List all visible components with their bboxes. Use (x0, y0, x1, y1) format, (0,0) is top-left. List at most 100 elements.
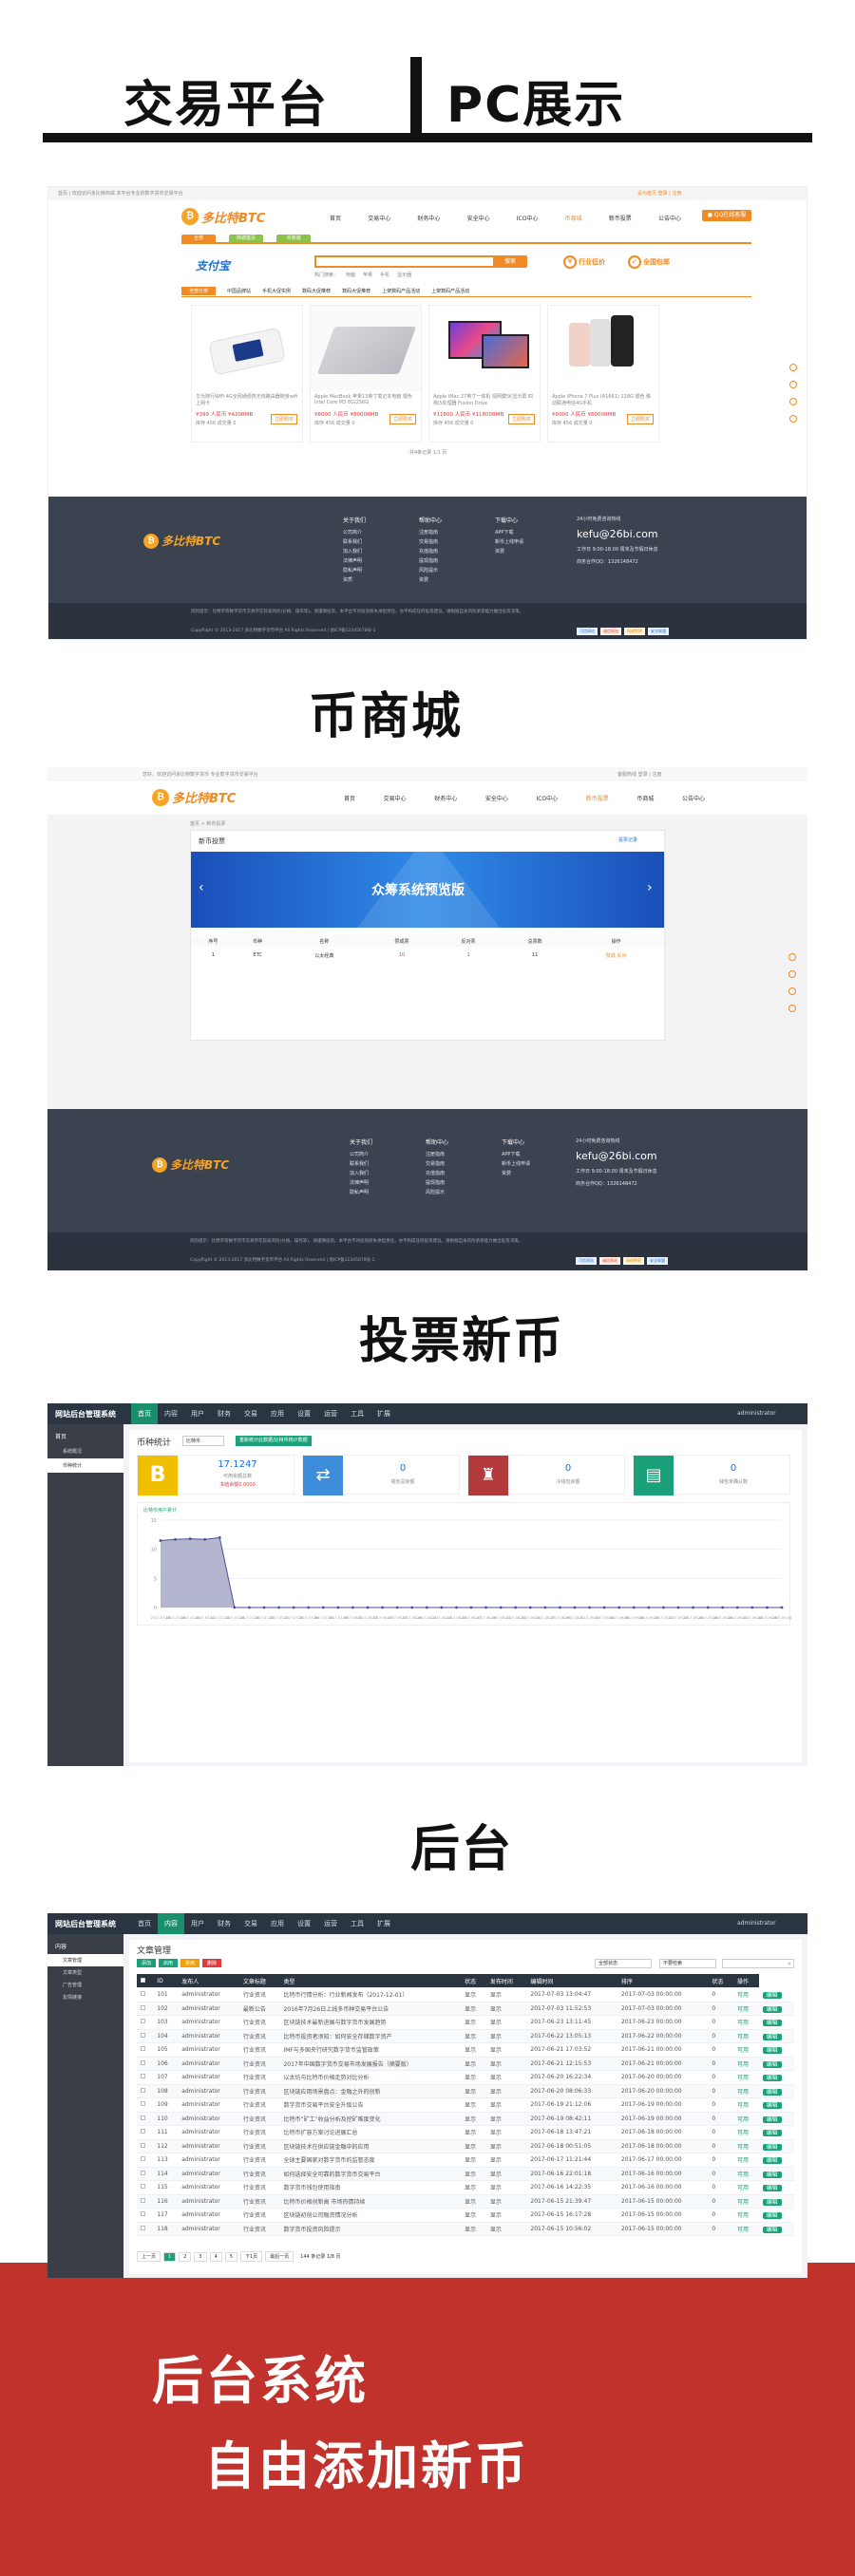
tab-content[interactable]: 内容 (158, 1913, 184, 1934)
footer-email[interactable]: kefu@26bi.com (576, 1150, 657, 1162)
sidebar-item-articles[interactable]: 文章管理 (48, 1954, 124, 1966)
search-button[interactable]: 搜索 (493, 255, 527, 268)
edit-button[interactable]: 编辑 (758, 2042, 794, 2058)
edit-button-label[interactable]: 编辑 (762, 2047, 782, 2055)
edit-button[interactable]: 编辑 (758, 2167, 794, 2181)
table-cell[interactable]: 行业资讯 (238, 2125, 280, 2140)
data-point[interactable] (676, 1606, 680, 1609)
data-point[interactable] (455, 1606, 458, 1609)
footer-link[interactable]: 充值指南 (426, 1169, 448, 1178)
data-point[interactable] (692, 1606, 694, 1609)
footer-link[interactable]: 提现指南 (419, 556, 442, 566)
edit-button[interactable]: 编辑 (758, 2057, 794, 2071)
qq-service-button[interactable]: ● QQ在线客服 (702, 210, 751, 221)
tab-finance[interactable]: 财务 (211, 1403, 238, 1424)
category-all[interactable]: 全部分类 (181, 287, 217, 295)
footer-link[interactable]: 隐私声明 (350, 1188, 372, 1197)
data-point[interactable] (528, 1606, 532, 1609)
edit-button-label[interactable]: 编辑 (762, 2060, 782, 2068)
sidebar-item-article-types[interactable]: 文章类型 (48, 1966, 124, 1979)
tab-home[interactable]: 首页 (131, 1913, 158, 1934)
data-point[interactable] (336, 1606, 340, 1609)
tab-finance[interactable]: 财务 (211, 1913, 238, 1934)
pager-button[interactable]: 4 (209, 2251, 222, 2262)
nav-item[interactable]: ICO中心 (517, 214, 539, 222)
data-point[interactable] (602, 1606, 606, 1609)
footer-email[interactable]: kefu@26bi.com (577, 528, 658, 540)
shop-topbar-right[interactable]: 设为首页 登录 | 注册 (637, 190, 681, 197)
category-item[interactable]: 数码大促推荐 (302, 288, 331, 294)
data-point[interactable] (543, 1606, 547, 1609)
nav-item[interactable]: 公告中心 (658, 214, 681, 222)
nav-item[interactable]: 首页 (330, 214, 341, 222)
vote-records-link[interactable]: 投票记录 (618, 837, 637, 843)
disable-button[interactable]: 禁用 (180, 1959, 200, 1967)
edit-button[interactable]: 编辑 (758, 2084, 794, 2098)
tab-extend[interactable]: 扩展 (370, 1403, 397, 1424)
pager-button[interactable]: 3 (194, 2251, 207, 2262)
data-point[interactable] (559, 1606, 561, 1609)
row-checkbox[interactable] (137, 2153, 154, 2168)
tab-coin-shop[interactable]: 币商城 (276, 235, 311, 243)
side-tool-icon[interactable] (788, 987, 796, 995)
data-point[interactable] (662, 1606, 665, 1609)
sidebar-item-coin-stats[interactable]: 币种统计 (48, 1458, 124, 1473)
pager-button[interactable]: 最后一页 (265, 2251, 294, 2262)
row-checkbox[interactable] (137, 2002, 154, 2016)
hot-word[interactable]: 手机 (380, 272, 390, 278)
edit-button-label[interactable]: 编辑 (762, 2198, 782, 2206)
side-tool-icon[interactable] (788, 970, 796, 978)
nav-item[interactable]: 交易中心 (368, 214, 390, 222)
row-checkbox[interactable] (137, 2139, 154, 2153)
table-cell[interactable]: 行业资讯 (238, 2167, 280, 2181)
side-tool-icon[interactable] (789, 398, 797, 405)
table-cell[interactable]: 行业资讯 (238, 2029, 280, 2043)
edit-button[interactable]: 编辑 (758, 2139, 794, 2153)
data-point[interactable] (499, 1606, 503, 1609)
edit-button[interactable]: 编辑 (758, 2194, 794, 2209)
footer-link[interactable]: 提现指南 (426, 1178, 448, 1188)
table-cell[interactable]: 行业资讯 (238, 2180, 280, 2195)
data-point[interactable] (366, 1606, 370, 1609)
buy-button[interactable]: 立即购买 (507, 414, 535, 424)
footer-link[interactable]: APP下载 (502, 1150, 530, 1159)
side-tool-icon[interactable] (789, 381, 797, 388)
row-checkbox[interactable] (137, 2180, 154, 2195)
edit-button-label[interactable]: 编辑 (762, 2020, 782, 2027)
tab-apps[interactable]: 应用 (264, 1913, 291, 1934)
footer-link[interactable]: 注册指南 (419, 528, 442, 537)
data-point[interactable] (469, 1606, 473, 1609)
nav-item-active[interactable]: 币商城 (565, 214, 582, 222)
data-point[interactable] (647, 1606, 651, 1609)
data-point[interactable] (735, 1606, 739, 1609)
search-filter[interactable]: 不要检索 (659, 1959, 716, 1968)
hot-word[interactable]: 苹果 (363, 272, 372, 278)
row-checkbox[interactable] (137, 2125, 154, 2140)
tab-users[interactable]: 用户 (184, 1913, 211, 1934)
row-checkbox[interactable] (137, 2057, 154, 2071)
edit-button-label[interactable]: 编辑 (762, 2157, 782, 2165)
nav-item[interactable]: 首页 (344, 794, 355, 802)
table-cell[interactable]: 行业资讯 (238, 1987, 280, 2003)
row-checkbox[interactable] (137, 2097, 154, 2113)
nav-item[interactable]: 安全中心 (485, 794, 508, 802)
footer-link[interactable]: 交易指南 (426, 1159, 448, 1169)
footer-link[interactable]: 公司简介 (343, 528, 366, 537)
category-item[interactable]: 数码大促推荐 (342, 288, 370, 294)
footer-link[interactable]: 风险提示 (426, 1188, 448, 1197)
tab-all[interactable]: 全部 (181, 235, 216, 243)
data-point[interactable] (233, 1606, 237, 1609)
edit-button[interactable]: 编辑 (758, 2222, 794, 2236)
edit-button[interactable]: 编辑 (758, 2070, 794, 2085)
enable-button[interactable]: 启用 (159, 1959, 179, 1967)
nav-item[interactable]: 安全中心 (467, 214, 490, 222)
data-point[interactable] (780, 1606, 784, 1609)
data-point[interactable] (573, 1606, 577, 1609)
sidebar-item-ads[interactable]: 广告管理 (48, 1979, 124, 1991)
vote-action[interactable]: 赞成 反对 (568, 947, 664, 964)
tab-operation[interactable]: 运营 (317, 1403, 344, 1424)
data-point[interactable] (721, 1606, 725, 1609)
edit-button-label[interactable]: 编辑 (762, 2033, 782, 2040)
row-checkbox[interactable] (137, 2194, 154, 2209)
data-point[interactable] (321, 1606, 325, 1609)
